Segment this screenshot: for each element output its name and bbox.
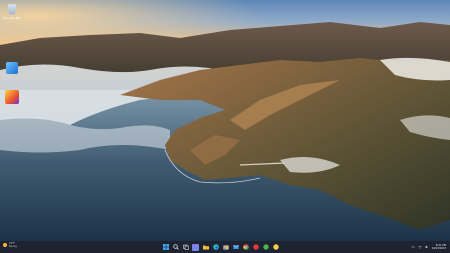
search-icon[interactable]	[172, 244, 179, 251]
weather-widget[interactable]: 71°F Sunny	[3, 242, 17, 248]
taskbar-apps	[162, 242, 279, 252]
start-icon[interactable]	[162, 244, 169, 251]
app-yellow-icon[interactable]	[272, 244, 279, 251]
clock-date: 10/23/2023	[431, 247, 446, 250]
desktop-app-icon[interactable]	[2, 90, 22, 104]
recycle-bin-graphic	[7, 4, 17, 15]
taskbar-clock[interactable]: 8:31 PM 10/23/2023	[432, 244, 446, 250]
weather-condition: Sunny	[9, 245, 17, 248]
store-icon[interactable]	[222, 244, 229, 251]
sun-icon	[3, 243, 7, 247]
shortcut-graphic	[6, 62, 18, 74]
recycle-bin-label: Recycle Bin	[3, 16, 21, 20]
chevron-up-icon[interactable]	[410, 245, 415, 249]
desktop-shortcut-icon[interactable]	[2, 62, 22, 74]
chrome-icon[interactable]	[242, 244, 249, 251]
system-tray: 8:31 PM 10/23/2023	[410, 242, 446, 252]
edge-icon[interactable]	[212, 244, 219, 251]
mail-icon[interactable]	[232, 244, 239, 251]
task-view-icon[interactable]	[182, 244, 189, 251]
chat-icon[interactable]	[192, 243, 199, 251]
recycle-bin-icon[interactable]: Recycle Bin	[2, 3, 22, 20]
desktop-wallpaper	[0, 0, 450, 241]
app-red-icon[interactable]	[252, 244, 259, 251]
app-green-icon[interactable]	[262, 244, 269, 251]
app-graphic	[5, 90, 19, 104]
file-explorer-icon[interactable]	[202, 244, 209, 251]
volume-icon[interactable]	[424, 245, 429, 249]
wifi-icon[interactable]	[417, 245, 422, 249]
taskbar: 71°F Sunny 8:31 PM 10/23/2023	[0, 241, 450, 253]
